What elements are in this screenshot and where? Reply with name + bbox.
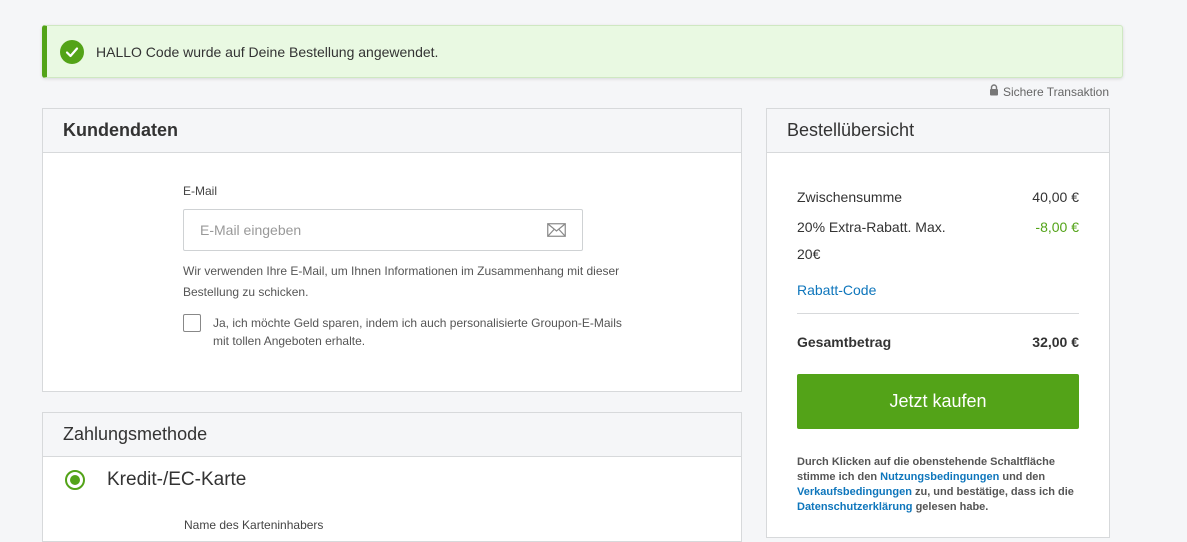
- privacy-policy-link[interactable]: Datenschutzerklärung: [797, 501, 913, 513]
- total-label: Gesamtbetrag: [797, 334, 892, 350]
- email-hint: Wir verwenden Ihre E-Mail, um Ihnen Info…: [183, 264, 620, 299]
- terms-text: Durch Klicken auf die obenstehende Schal…: [797, 455, 1079, 515]
- summary-title: Bestellübersicht: [767, 109, 1109, 153]
- newsletter-checkbox[interactable]: [183, 314, 201, 332]
- subtotal-value: 40,00 €: [1032, 189, 1079, 205]
- summary-divider: [797, 313, 1079, 314]
- sales-terms-link[interactable]: Verkaufsbedingungen: [797, 486, 912, 498]
- payment-card: Zahlungsmethode Kredit-/EC-Karte Name de…: [42, 412, 742, 542]
- cardholder-label: Name des Karteninhabers: [184, 518, 324, 532]
- terms-part-4: gelesen habe.: [912, 501, 989, 513]
- terms-part-2: und den: [999, 471, 1046, 483]
- envelope-icon: [547, 223, 566, 242]
- email-field-wrapper: [183, 209, 583, 251]
- secure-label: Sichere Transaktion: [1002, 84, 1109, 99]
- payment-option-card[interactable]: Kredit-/EC-Karte: [65, 469, 246, 491]
- total-value: 32,00 €: [1032, 334, 1079, 350]
- newsletter-label: Ja, ich möchte Geld sparen, indem ich au…: [213, 316, 622, 348]
- discount-row: 20% Extra-Rabatt. Max. 20€ -8,00 €: [797, 214, 1079, 268]
- alert-message: HALLO Code wurde auf Deine Bestellung an…: [96, 43, 439, 60]
- lock-icon: [989, 84, 999, 99]
- payment-title: Zahlungsmethode: [43, 413, 741, 457]
- order-summary-card: Bestellübersicht Zwischensumme 40,00 € 2…: [766, 108, 1110, 538]
- success-alert: HALLO Code wurde auf Deine Bestellung an…: [42, 25, 1123, 78]
- secure-transaction: Sichere Transaktion: [989, 84, 1109, 99]
- terms-of-use-link[interactable]: Nutzungsbedingungen: [880, 471, 999, 483]
- customer-card: Kundendaten E-Mail Wir verwenden Ihre E-…: [42, 108, 742, 392]
- check-circle-icon: [60, 39, 84, 64]
- buy-now-button[interactable]: Jetzt kaufen: [797, 374, 1079, 429]
- subtotal-row: Zwischensumme 40,00 €: [797, 187, 1079, 207]
- subtotal-label: Zwischensumme: [797, 189, 903, 205]
- terms-part-3: zu, und bestätige, dass ich die: [911, 486, 1074, 498]
- total-row: Gesamtbetrag 32,00 €: [797, 332, 1079, 352]
- email-label: E-Mail: [183, 184, 218, 198]
- promo-code-link[interactable]: Rabatt-Code: [797, 280, 1079, 300]
- payment-radio[interactable]: [65, 470, 85, 490]
- email-input[interactable]: [184, 210, 524, 250]
- customer-title: Kundendaten: [43, 109, 741, 153]
- discount-label: 20% Extra-Rabatt. Max. 20€: [797, 219, 946, 262]
- discount-value: -8,00 €: [1035, 219, 1079, 235]
- payment-method-label: Kredit-/EC-Karte: [107, 469, 247, 490]
- newsletter-optin[interactable]: Ja, ich möchte Geld sparen, indem ich au…: [183, 314, 623, 350]
